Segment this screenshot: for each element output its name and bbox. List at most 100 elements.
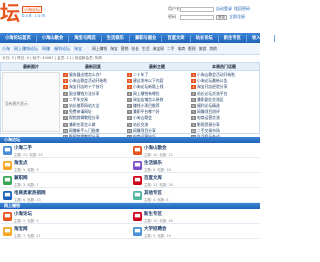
forum-grid: 小淘二手 主题: 21, 帖数: 45 小淘山歌会 主题: 10, 帖数: 22… (0, 143, 260, 203)
rank-badge: 3 (191, 85, 196, 90)
item-title[interactable]: 电商运营交流 (197, 115, 220, 120)
forum-meta: 主题: 7, 帖数: 11 (14, 234, 41, 238)
item-title[interactable]: 服务器出错怎么办？ (69, 72, 103, 77)
forum-name[interactable]: 淘宝点 (14, 160, 28, 166)
item-title[interactable]: 建议发布以下内容 (133, 78, 163, 83)
crumb[interactable]: 网上赚钱论坛 (14, 46, 38, 52)
nav-item[interactable]: 淘宝与网店 (69, 34, 102, 42)
rank-badge: 10 (127, 128, 132, 133)
nav-item[interactable]: 小淘论坛首页 (0, 34, 37, 42)
nav-item[interactable]: 兼职与副业 (130, 34, 163, 42)
header-latest-topics: 最新主题 (149, 64, 165, 69)
forum-entry[interactable]: 电商卖家热销网 主题: 6, 帖数: 13 (0, 188, 130, 203)
nav-item[interactable]: 收入减少 (247, 34, 276, 42)
forum-meta: 主题: 21, 帖数: 45 (14, 153, 43, 157)
forum-entry[interactable]: 兼职网 主题: 3, 帖数: 7 (0, 173, 130, 188)
forum-name[interactable]: 电商卖家热销网 (14, 190, 46, 196)
item-title[interactable]: 兼职平台哪个好 (133, 109, 160, 114)
password-input[interactable] (180, 14, 214, 20)
forum-name[interactable]: 大学招聘会 (144, 226, 167, 232)
forum-entry[interactable]: 淘宝点 主题: 5, 帖数: 9 (0, 158, 130, 173)
nav-item[interactable]: 新生专区 (219, 34, 247, 42)
forum-entry[interactable]: 小淘山歌会 主题: 10, 帖数: 22 (130, 143, 260, 158)
site-header: 坛 小淘论坛 ba8.com 用户名 自动登录 找回密码 密码 登录 立即注册 (0, 0, 260, 33)
auto-login-checkbox[interactable]: 自动登录 (216, 6, 232, 12)
item-title[interactable]: 二手车交易 (69, 97, 88, 102)
forum-entry[interactable]: 其他专区 主题: 4, 帖数: 8 (130, 188, 260, 203)
item-title[interactable]: 淘宝店铺怎么装修 (133, 97, 163, 102)
forum-name[interactable]: 兼职网 (14, 175, 28, 181)
quick-link[interactable]: 二手 (167, 46, 175, 52)
quick-link[interactable]: 营销 (121, 46, 129, 52)
item-title[interactable]: 淘宝开店的十个技巧 (69, 84, 103, 89)
quick-link[interactable]: 旅游 (199, 46, 207, 52)
logo[interactable]: 坛 (0, 0, 20, 26)
quick-link[interactable]: 电商 (178, 46, 186, 52)
forum-name[interactable]: 其他专区 (144, 190, 162, 196)
nav-item[interactable]: 生活娱乐 (102, 34, 130, 42)
quick-link[interactable]: 淘宝 (110, 46, 118, 52)
forum-icon (133, 227, 142, 236)
item-title[interactable]: 福利论坛精选 (197, 103, 220, 108)
item-title[interactable]: 网赚项目分享 (133, 128, 156, 133)
item-title[interactable]: 兼职副业交流区 (197, 97, 224, 102)
quick-link[interactable]: 淘宝网 (153, 46, 164, 52)
login-button[interactable]: 登录 (216, 14, 227, 20)
forum-entry[interactable]: 生活娱乐 主题: 8, 帖数: 16 (130, 158, 260, 173)
rank-badge: 6 (127, 104, 132, 109)
item-title[interactable]: 免费申请网址 (69, 109, 92, 114)
item-title[interactable]: 赚钱小项目推荐 (133, 103, 160, 108)
crumb[interactable]: 网赚 (42, 46, 50, 52)
home-crumb[interactable]: 小淘 (2, 46, 10, 52)
forum-name[interactable]: 新生专区 (144, 211, 162, 217)
forum-name[interactable]: 小淘论坛 (14, 211, 32, 217)
item-title[interactable]: 淘宝开店经验分享 (197, 84, 227, 89)
quick-link[interactable]: 网上赚钱 (92, 46, 107, 52)
forum-name[interactable]: 小淘二手 (14, 145, 32, 151)
item-title[interactable]: 网赚新手入门指南 (69, 128, 99, 133)
forum-icon (133, 146, 142, 155)
username-input[interactable] (180, 6, 214, 12)
item-title[interactable]: 副业赚钱方法分享 (69, 91, 99, 96)
forum-name[interactable]: 百度文库 (144, 175, 162, 181)
item-title[interactable]: 网上赚钱有哪些 (133, 91, 160, 96)
item-title[interactable]: 小淘山歌会 (133, 115, 152, 120)
item-title[interactable]: 小淘论坛新版上线 (133, 84, 163, 89)
item-title[interactable]: 二十年了 (133, 72, 148, 77)
forum-entry[interactable]: 小淘论坛 主题: 2, 帖数: 5 (0, 209, 130, 224)
forum-entry[interactable]: 淘宝网 主题: 7, 帖数: 11 (0, 224, 130, 239)
item-title[interactable]: 视频剪辑教程分享 (69, 115, 99, 120)
forum-name[interactable]: 淘宝网 (14, 226, 28, 232)
quick-link[interactable]: 生活 (142, 46, 150, 52)
item-title[interactable]: 站长交流 (133, 122, 148, 127)
forum-entry[interactable]: 百度文库 主题: 12, 帖数: 30 (130, 173, 260, 188)
item-title[interactable]: 二手交易市场 (197, 128, 220, 133)
crumb[interactable]: 淘宝 (74, 46, 82, 52)
rank-badge: 5 (63, 97, 68, 102)
item-title[interactable]: 小淘山歌会活动开始啦 (197, 72, 235, 77)
item-title[interactable]: 影视资源分享 (197, 122, 220, 127)
quick-link[interactable]: 站长 (131, 46, 139, 52)
forum-name[interactable]: 生活娱乐 (144, 160, 162, 166)
crumb[interactable]: 福利论坛 (54, 46, 70, 52)
forum-entry[interactable]: 新生专区 主题: 15, 帖数: 40 (130, 209, 260, 224)
rank-badge: 2 (127, 79, 132, 84)
quick-link[interactable]: 其他 (209, 46, 217, 52)
forum-entry[interactable]: 大学招聘会 主题: 9, 帖数: 19 (130, 224, 260, 239)
item-title[interactable]: 小淘论坛最新公告 (197, 78, 227, 83)
find-password-link[interactable]: 找回密码 (234, 6, 250, 12)
quick-link[interactable]: 影视 (188, 46, 196, 52)
nav-item[interactable]: 小淘山歌会 (37, 34, 70, 42)
item-title[interactable]: 站长论坛交流平台 (197, 91, 227, 96)
forum-entry[interactable]: 小淘二手 主题: 21, 帖数: 45 (0, 143, 130, 158)
rank-badge: 7 (63, 110, 68, 115)
rank-badge: 3 (63, 85, 68, 90)
nav-item[interactable]: 站长论坛 (191, 34, 219, 42)
register-link[interactable]: 立即注册 (229, 14, 245, 20)
nav-item[interactable]: 百度文库 (162, 34, 191, 42)
item-title[interactable]: 网赚项目测评 (197, 109, 220, 114)
item-title[interactable]: 小淘山歌会活动开始啦 (69, 78, 107, 83)
item-title[interactable]: 兼职在家怎么做 (69, 122, 96, 127)
item-title[interactable]: 站长推荐网站大全 (69, 103, 99, 108)
forum-name[interactable]: 小淘山歌会 (144, 145, 167, 151)
